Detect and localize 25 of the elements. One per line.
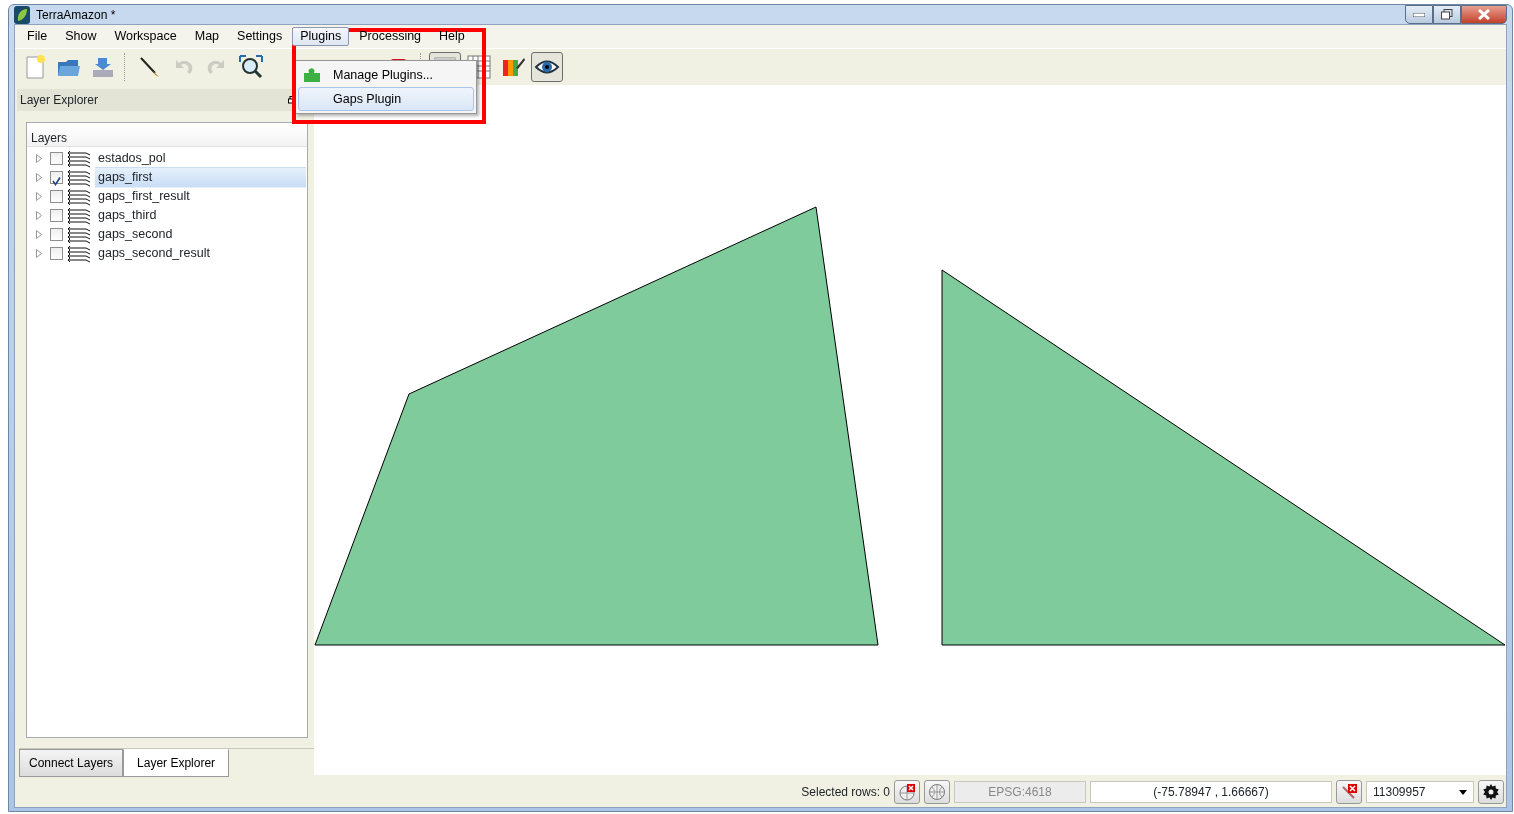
menu-item[interactable]: Settings [229,27,291,46]
layer-name[interactable]: gaps_second_result [95,243,213,264]
menu-item[interactable]: Processing [351,27,430,46]
menu-item[interactable]: Plugins [292,27,350,46]
layer-name[interactable]: gaps_first [95,167,306,188]
scale-value: 11309957 [1373,784,1426,801]
coordinates-field: (-75.78947 , 1.66667) [1090,781,1332,803]
menu-item[interactable]: Show [57,27,105,46]
projection-field: EPSG:4618 [954,781,1086,803]
layer-name[interactable]: estados_pol [95,148,169,169]
window-title: TerraAmazon * [36,6,116,24]
menu-item[interactable]: Map [186,27,228,46]
layer-name[interactable]: gaps_third [95,205,160,226]
selected-rows-label: Selected rows: 0 [801,784,890,801]
menu-item[interactable]: Gaps Plugin [298,87,474,111]
menu-item[interactable]: File [19,27,56,46]
menu-item[interactable]: Help [431,27,473,46]
panel-title: Layer Explorer [20,92,99,109]
layer-name[interactable]: gaps_first_result [95,186,193,207]
panel-tab[interactable]: Connect Layers [19,749,124,777]
menu-item[interactable]: Workspace [106,27,185,46]
layer-name[interactable]: gaps_second [95,224,176,245]
menu-item[interactable]: Manage Plugins... [298,63,474,87]
panel-tab[interactable]: Layer Explorer [123,749,230,777]
scale-combo[interactable]: 11309957 [1366,781,1474,803]
